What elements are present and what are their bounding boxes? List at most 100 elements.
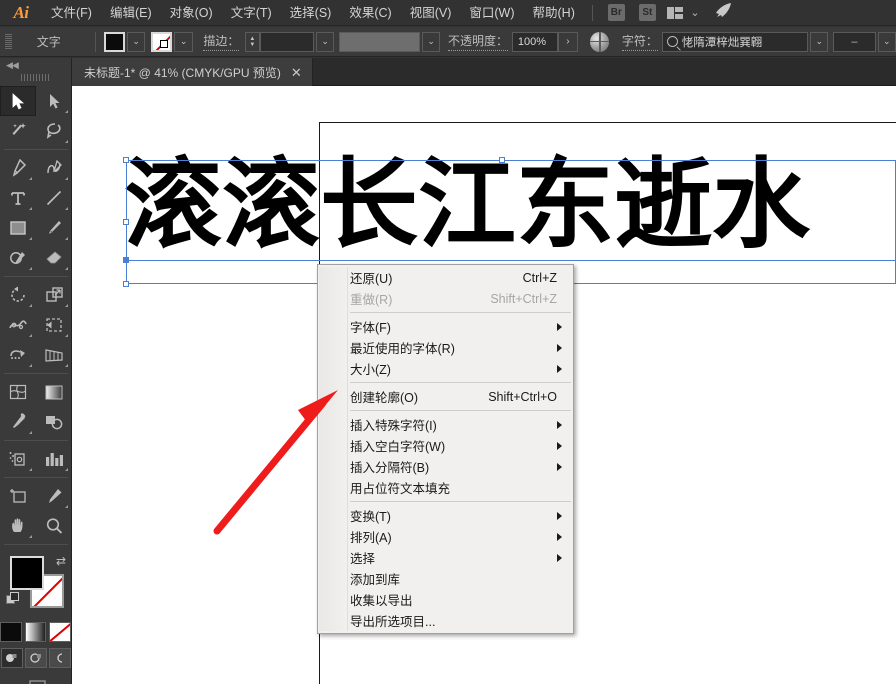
lasso-tool[interactable] [36,116,72,146]
eyedropper-tool[interactable] [0,407,36,437]
draw-normal[interactable] [0,648,23,668]
font-style-dropdown-icon[interactable]: ⌄ [877,31,896,52]
menu-window[interactable]: 窗口(W) [460,0,523,26]
menu-object[interactable]: 对象(O) [161,0,222,26]
default-fill-stroke-icon[interactable] [6,592,20,605]
pen-tool[interactable] [0,153,36,183]
context-menu-item-add-to-library[interactable]: 添加到库 [318,568,573,589]
shape-builder-tool[interactable] [0,340,36,370]
hand-tool[interactable] [0,511,36,541]
context-menu-item-arrange[interactable]: 排列(A) [318,526,573,547]
recolor-artwork-icon[interactable] [590,31,610,52]
color-mode-none[interactable] [49,622,72,642]
selection-handle-bl[interactable] [123,281,129,287]
selection-handle-tc[interactable] [499,157,505,163]
context-menu-item-create-outlines[interactable]: 创建轮廓(O) Shift+Ctrl+O [318,386,573,407]
tools-panel-grip[interactable] [20,72,51,83]
draw-behind[interactable] [24,648,47,668]
stroke-profile-input[interactable] [339,31,420,52]
selection-handle-tl[interactable] [123,157,129,163]
change-screen-mode-icon[interactable] [0,678,71,684]
mesh-tool[interactable] [0,377,36,407]
context-menu-item-insert-special-char[interactable]: 插入特殊字符(I) [318,414,573,435]
menu-file[interactable]: 文件(F) [42,0,101,26]
context-menu-item-recent-fonts[interactable]: 最近使用的字体(R) [318,337,573,358]
magic-wand-tool[interactable] [0,116,36,146]
stroke-weight-stepper[interactable]: ▲ ▼ [245,31,260,52]
selection-handle-ml[interactable] [123,219,129,225]
artboard-tool[interactable] [0,481,36,511]
menu-edit[interactable]: 编辑(E) [101,0,161,26]
free-transform-tool[interactable] [36,310,72,340]
context-menu-item-undo[interactable]: 还原(U) Ctrl+Z [318,267,573,288]
curvature-tool[interactable] [36,153,72,183]
context-menu-item-fill-placeholder[interactable]: 用占位符文本填充 [318,477,573,498]
context-menu-divider [350,501,571,502]
selection-tool[interactable] [0,86,36,116]
submenu-arrow-icon [557,364,562,373]
context-menu-item-size[interactable]: 大小(Z) [318,358,573,379]
stroke-weight-dropdown-icon[interactable]: ⌄ [315,31,335,52]
close-icon[interactable]: ✕ [291,66,302,79]
opacity-input[interactable]: 100% [511,31,559,52]
font-style-input[interactable]: – [833,31,876,52]
workspace-layout-icon[interactable] [666,6,684,19]
slice-tool[interactable] [36,481,72,511]
opacity-expand-icon[interactable]: › [558,31,578,52]
symbol-sprayer-tool[interactable] [0,444,36,474]
paintbrush-tool[interactable] [36,213,72,243]
menu-type[interactable]: 文字(T) [222,0,281,26]
font-family-dropdown-icon[interactable]: ⌄ [810,31,829,52]
stroke-weight-input[interactable] [259,31,314,52]
context-menu-item-font[interactable]: 字体(F) [318,316,573,337]
fill-dropdown-icon[interactable]: ⌄ [127,31,146,52]
eraser-tool[interactable] [36,243,72,273]
rocket-icon[interactable] [713,2,733,23]
context-menu-shortcut: Ctrl+Z [522,270,557,285]
gradient-tool[interactable] [36,377,72,407]
context-menu-item-insert-whitespace[interactable]: 插入空白字符(W) [318,435,573,456]
width-tool[interactable] [0,310,36,340]
color-mode-gradient[interactable] [24,622,47,642]
type-tool[interactable] [0,183,36,213]
line-segment-tool[interactable] [36,183,72,213]
direct-selection-tool[interactable] [36,86,72,116]
stroke-dropdown-icon[interactable]: ⌄ [174,31,193,52]
collapse-panel-icon[interactable]: ◀◀ [0,58,71,72]
column-graph-tool[interactable] [36,444,72,474]
perspective-grid-tool[interactable] [36,340,72,370]
menu-select[interactable]: 选择(S) [281,0,341,26]
stroke-color-swatch[interactable] [151,31,173,52]
zoom-tool[interactable] [36,511,72,541]
swap-fill-stroke-icon[interactable]: ⇄ [56,554,66,568]
blend-tool[interactable] [36,407,72,437]
tools-divider-4 [4,440,68,441]
font-family-input[interactable]: 恅隋潭梓炪巽翺 [661,31,809,52]
context-menu-item-export-selection[interactable]: 导出所选项目... [318,610,573,631]
menu-view[interactable]: 视图(V) [401,0,461,26]
submenu-arrow-icon [557,462,562,471]
fill-color-swatch[interactable] [103,31,126,52]
context-menu-item-collect-for-export[interactable]: 收集以导出 [318,589,573,610]
selection-handle-anchor[interactable] [123,257,129,263]
rotate-tool[interactable] [0,280,36,310]
context-menu-item-select[interactable]: 选择 [318,547,573,568]
bridge-icon[interactable]: Br [607,4,625,21]
draw-inside[interactable] [48,648,71,668]
submenu-arrow-icon [557,553,562,562]
menu-effect[interactable]: 效果(C) [340,0,400,26]
fill-color-swatch-panel[interactable] [10,556,44,590]
menu-help[interactable]: 帮助(H) [524,0,584,26]
context-menu-item-insert-break[interactable]: 插入分隔符(B) [318,456,573,477]
stock-icon[interactable]: St [638,4,656,21]
control-bar-grip[interactable] [5,33,12,50]
rectangle-tool[interactable] [0,213,36,243]
stroke-profile-dropdown-icon[interactable]: ⌄ [421,31,441,52]
document-tab[interactable]: 未标题-1* @ 41% (CMYK/GPU 预览) ✕ [72,58,313,86]
context-menu[interactable]: 还原(U) Ctrl+Z 重做(R) Shift+Ctrl+Z 字体(F) 最近… [317,264,574,634]
chevron-down-icon[interactable]: ⌄ [690,6,699,19]
context-menu-item-transform[interactable]: 变换(T) [318,505,573,526]
shaper-tool[interactable] [0,243,36,273]
scale-tool[interactable] [36,280,72,310]
color-mode-flat[interactable] [0,622,22,642]
